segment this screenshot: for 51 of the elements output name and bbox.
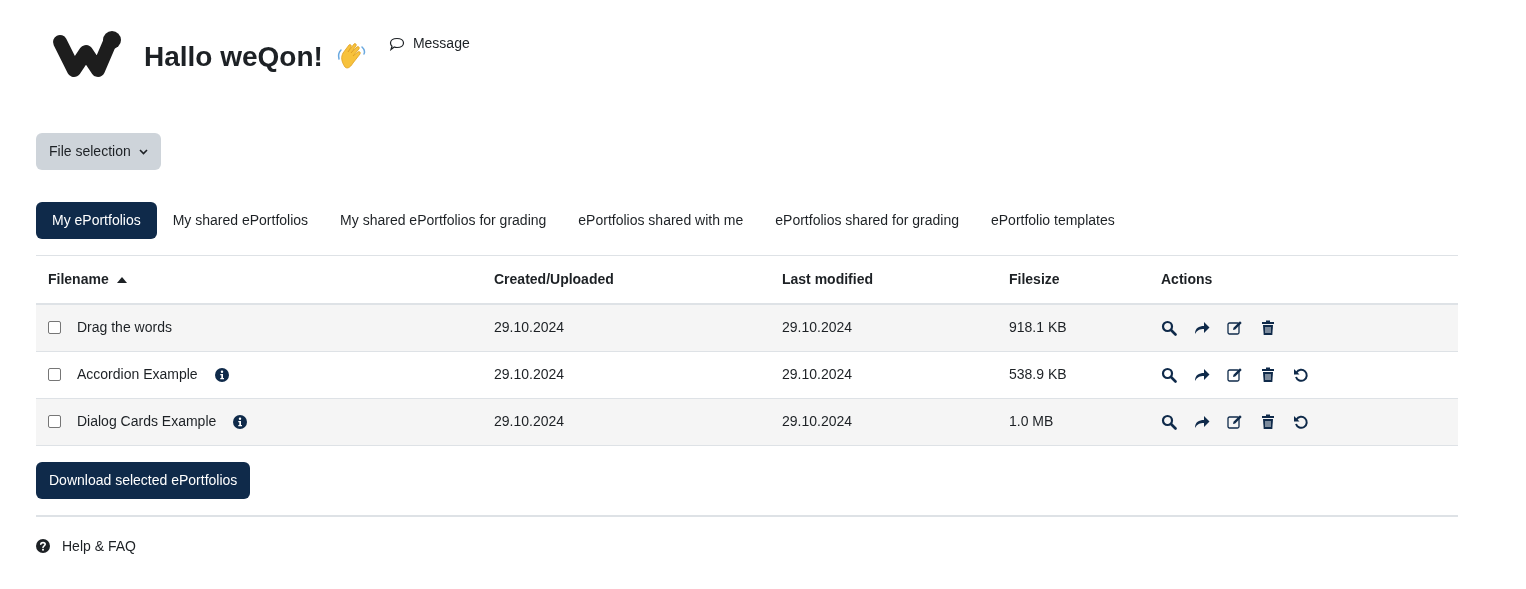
search-icon[interactable]: [1161, 413, 1177, 430]
table-cell: 29.10.2024: [482, 304, 770, 351]
tab[interactable]: My shared ePortfolios: [156, 202, 325, 239]
column-header[interactable]: Filename: [48, 269, 109, 290]
download-button[interactable]: Download selected ePortfolios: [36, 461, 251, 499]
chevron-down-icon: [138, 148, 148, 155]
greeting-heading: Hallo weQon!: [144, 40, 323, 74]
edit-icon[interactable]: [1227, 319, 1243, 336]
help-link[interactable]: Help & FAQ: [36, 535, 136, 557]
table-cell: 1.0 MB: [997, 398, 1149, 445]
tab[interactable]: ePortfolios shared with me: [562, 202, 760, 239]
table-cell: 538.9 KB: [997, 351, 1149, 398]
info-icon[interactable]: [233, 414, 248, 429]
column-header[interactable]: Filesize: [1009, 269, 1060, 290]
filename-text: Accordion Example: [77, 365, 198, 384]
checkbox[interactable]: [48, 321, 61, 335]
tab[interactable]: ePortfolio templates: [974, 202, 1131, 239]
share-arrow-icon[interactable]: [1194, 366, 1210, 383]
info-icon[interactable]: [214, 367, 229, 382]
table-cell: 29.10.2024: [770, 398, 997, 445]
tab[interactable]: My ePortfolios: [36, 202, 157, 239]
share-arrow-icon[interactable]: [1194, 319, 1210, 336]
file-selection-dropdown[interactable]: File selection: [36, 133, 161, 170]
edit-icon[interactable]: [1227, 366, 1243, 383]
checkbox[interactable]: [48, 415, 61, 428]
undo-icon[interactable]: [1293, 366, 1309, 383]
speech-bubble-icon: [388, 36, 405, 51]
checkbox[interactable]: [48, 368, 61, 381]
trash-icon[interactable]: [1260, 319, 1276, 336]
column-header[interactable]: Last modified: [782, 269, 873, 290]
undo-icon[interactable]: [1293, 413, 1309, 430]
column-header[interactable]: Created/Uploaded: [494, 269, 614, 290]
message-link[interactable]: Message: [388, 33, 470, 54]
trash-icon[interactable]: [1260, 366, 1276, 383]
table-cell: 29.10.2024: [482, 398, 770, 445]
tab[interactable]: My shared ePortfolios for grading: [324, 202, 563, 239]
table-cell: 29.10.2024: [770, 304, 997, 351]
table-cell: 29.10.2024: [770, 351, 997, 398]
trash-icon[interactable]: [1260, 413, 1276, 430]
table-cell: 29.10.2024: [482, 351, 770, 398]
column-header[interactable]: Actions: [1161, 269, 1213, 290]
filename-text: Drag the words: [77, 318, 172, 338]
table-cell: 918.1 KB: [997, 304, 1149, 351]
sort-ascending-icon[interactable]: [116, 276, 127, 283]
edit-icon[interactable]: [1227, 413, 1243, 430]
share-arrow-icon[interactable]: [1194, 413, 1210, 430]
search-icon[interactable]: [1161, 319, 1177, 336]
filename-text: Dialog Cards Example: [77, 412, 217, 431]
help-icon: [36, 539, 50, 553]
search-icon[interactable]: [1161, 366, 1177, 383]
tab[interactable]: ePortfolios shared for grading: [759, 202, 975, 239]
